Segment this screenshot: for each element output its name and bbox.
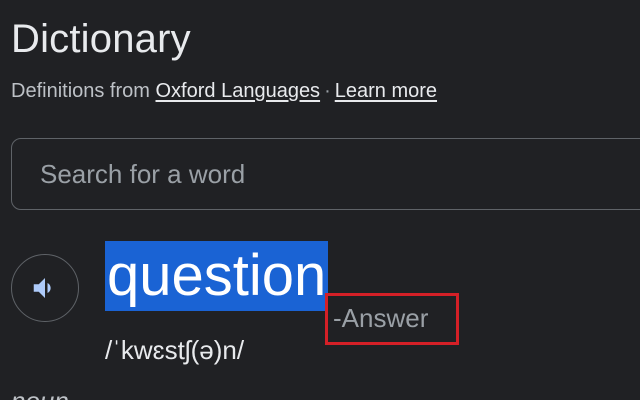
oxford-languages-link[interactable]: Oxford Languages — [156, 80, 321, 102]
attribution-line: Definitions from Oxford Languages · Learn … — [11, 78, 437, 104]
search-input[interactable] — [40, 157, 600, 191]
separator-dot: · — [324, 80, 331, 102]
attribution-prefix: Definitions from — [11, 80, 150, 102]
speaker-icon — [33, 278, 51, 298]
dictionary-card: Dictionary Definitions from Oxford Langu… — [0, 0, 640, 400]
pronounce-button[interactable] — [11, 254, 79, 322]
search-box[interactable] — [11, 138, 640, 210]
headword-highlight: question — [105, 241, 329, 311]
phonetic-transcription: /ˈkwɛstʃ(ə)n/ — [105, 335, 245, 365]
page-title: Dictionary — [11, 17, 191, 61]
learn-more-link[interactable]: Learn more — [335, 80, 437, 102]
answer-annotation: -Answer — [333, 303, 429, 333]
part-of-speech: noun — [11, 384, 69, 400]
headword: question — [107, 243, 327, 308]
